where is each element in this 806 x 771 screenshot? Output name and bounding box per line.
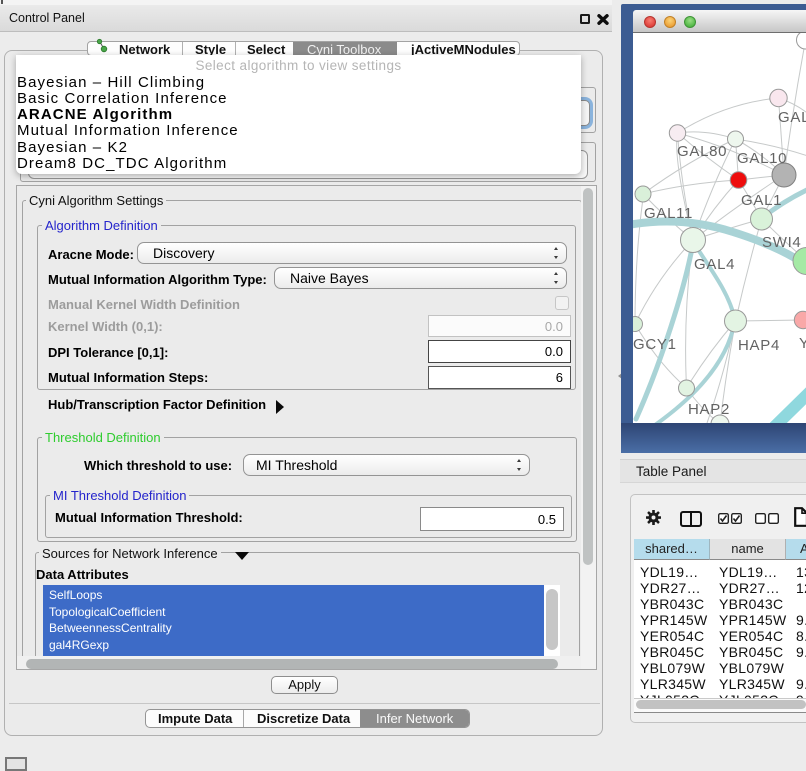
svg-text:GCY1: GCY1 (633, 336, 677, 353)
svg-text:HAP4: HAP4 (738, 337, 780, 354)
svg-text:GAL4: GAL4 (694, 256, 735, 273)
svg-text:GAL1: GAL1 (741, 192, 782, 209)
svg-text:HAP2: HAP2 (688, 401, 730, 418)
svg-text:GAL10: GAL10 (737, 150, 787, 167)
svg-text:GAL11: GAL11 (644, 205, 693, 222)
svg-text:GAL80: GAL80 (677, 143, 727, 160)
svg-text:Y: Y (799, 335, 806, 352)
svg-text:SWI4: SWI4 (762, 234, 801, 251)
svg-text:GAL: GAL (778, 109, 806, 126)
